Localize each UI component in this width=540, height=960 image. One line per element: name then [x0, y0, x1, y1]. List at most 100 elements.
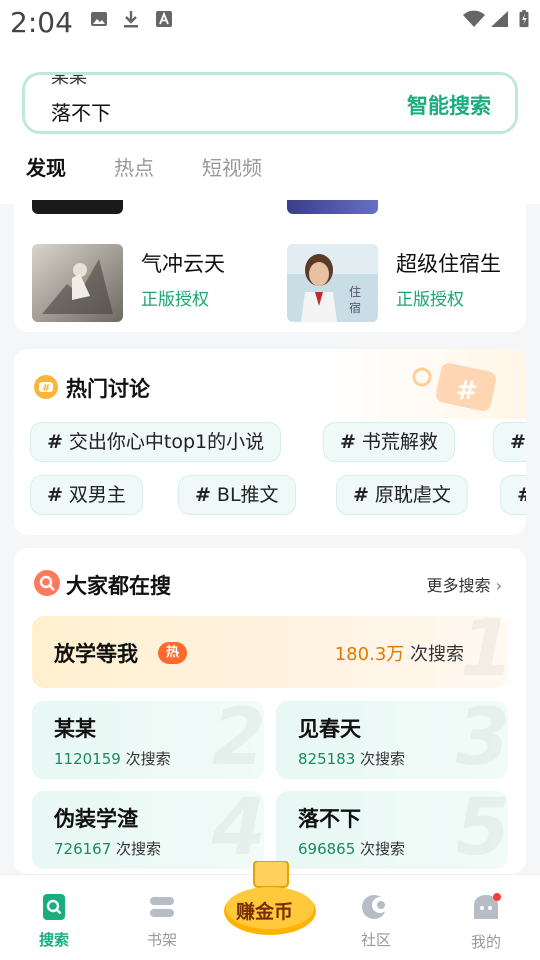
hash-icon: # [47, 484, 63, 506]
topic-label: 双男主 [68, 484, 126, 506]
topic-tag[interactable]: # 双男主 [30, 475, 143, 515]
search-badge-icon [34, 570, 60, 596]
smart-search-button[interactable]: 智能搜索 [407, 90, 491, 120]
tab-discover[interactable]: 发现 [26, 153, 68, 189]
hashtag-decor-icon: # [412, 363, 497, 411]
book-cover[interactable] [32, 244, 123, 322]
rank-count: 825183 次搜索 [298, 748, 405, 769]
everyone-searching-card: 大家都在搜 更多搜索 › 1 放学等我 热 180.3万 次搜索 2 某某 11… [14, 548, 526, 874]
rank-count-suffix: 次搜索 [360, 750, 406, 768]
rank-count-value: 726167 [54, 840, 112, 858]
nav-community[interactable]: 社区 [346, 893, 406, 950]
rank-number: 2 [212, 701, 264, 779]
gallery-icon [91, 12, 107, 26]
svg-text:#: # [456, 376, 478, 406]
nav-search-label: 搜索 [38, 931, 69, 949]
topic-label: 原耽虐文 [374, 484, 451, 506]
nav-bookshelf-label: 书架 [146, 931, 177, 949]
everyone-searching-title: 大家都在搜 [66, 574, 171, 598]
hot-discussion-title: 热门讨论 [66, 377, 150, 401]
book-cover-partial[interactable] [32, 200, 123, 214]
bottom-nav: 搜索 书架 赚金币 社区 我的 [0, 860, 540, 960]
book-title[interactable]: 超级住宿生 [396, 248, 501, 278]
book-license-tag: 正版授权 [396, 290, 464, 310]
hash-icon: # [340, 431, 356, 453]
rank-number: 4 [212, 791, 264, 869]
nav-search[interactable]: 搜索 [24, 893, 84, 950]
search-rank-item[interactable]: 2 某某 1120159 次搜索 [32, 701, 264, 779]
signal-icon [491, 11, 508, 27]
nav-me[interactable]: 我的 [456, 893, 516, 952]
hash-icon: # [195, 484, 211, 506]
rank-count-suffix: 次搜索 [410, 644, 464, 665]
status-bar: 2:04 [0, 0, 540, 44]
font-icon [156, 11, 172, 27]
hash-icon: # [510, 431, 526, 453]
earn-coins-button[interactable]: 赚金币 [222, 860, 318, 935]
top-tabs: 发现 热点 短视频 [26, 153, 310, 189]
svg-text:住: 住 [349, 285, 361, 299]
svg-text:#: # [42, 383, 50, 394]
rank-number: 5 [456, 791, 508, 869]
topic-tag[interactable]: # BL推文 [178, 475, 296, 515]
rank-count-suffix: 次搜索 [116, 840, 162, 858]
book-license-tag: 正版授权 [141, 290, 209, 310]
tab-hotspot[interactable]: 热点 [114, 153, 154, 189]
book-title[interactable]: 气冲云天 [141, 248, 225, 278]
nav-bookshelf[interactable]: 书架 [132, 893, 192, 950]
svg-text:宿: 宿 [349, 300, 361, 315]
search-rank-top[interactable]: 1 放学等我 热 180.3万 次搜索 [32, 616, 508, 688]
rank-count-value: 180.3万 [334, 644, 405, 665]
rank-title: 放学等我 [54, 642, 138, 666]
topic-label: 书荒解救 [361, 431, 438, 453]
hash-icon: # [353, 484, 369, 506]
book-cover[interactable]: 住宿 [287, 244, 378, 322]
rank-number: 1 [460, 616, 508, 688]
hot-badge: 热 [158, 642, 188, 664]
battery-icon [519, 10, 529, 28]
rank-title: 伪装学渣 [54, 807, 138, 831]
search-rank-item[interactable]: 5 落不下 696865 次搜索 [276, 791, 508, 869]
tab-short-video[interactable]: 短视频 [202, 153, 262, 189]
search-rank-item[interactable]: 4 伪装学渣 726167 次搜索 [32, 791, 264, 869]
rank-title: 见春天 [298, 717, 361, 741]
topic-tag[interactable]: # 书荒解救 [323, 422, 455, 462]
rank-count: 696865 次搜索 [298, 838, 405, 859]
wifi-icon [463, 10, 485, 27]
nav-community-label: 社区 [360, 931, 391, 949]
download-icon [124, 11, 138, 28]
topic-tag-partial[interactable]: # [493, 422, 526, 462]
rank-number: 3 [456, 701, 508, 779]
more-search-link[interactable]: 更多搜索 › [426, 572, 502, 596]
nav-me-label: 我的 [470, 933, 501, 951]
community-icon [362, 895, 388, 919]
rank-title: 某某 [54, 717, 96, 741]
earn-coins-label: 赚金币 [236, 901, 294, 923]
search-bar[interactable]: 某某 落不下 智能搜索 [22, 72, 518, 134]
more-search-label: 更多搜索 [426, 576, 491, 595]
rank-count-suffix: 次搜索 [360, 840, 406, 858]
hashtag-badge-icon: # [34, 375, 58, 399]
search-rank-item[interactable]: 3 见春天 825183 次搜索 [276, 701, 508, 779]
topic-label: BL推文 [216, 484, 279, 506]
profile-icon [474, 893, 501, 919]
search-hint-previous: 某某 [51, 72, 87, 88]
bookshelf-icon [150, 897, 174, 917]
rank-count: 1120159 次搜索 [54, 748, 171, 769]
rank-count-value: 1120159 [54, 750, 121, 768]
topic-tag[interactable]: # 交出你心中top1的小说 [30, 422, 282, 462]
rank-count-suffix: 次搜索 [125, 750, 171, 768]
chevron-right-icon: › [495, 576, 502, 595]
hash-icon: # [517, 484, 526, 506]
topic-label: 交出你心中top1的小说 [68, 431, 265, 453]
rank-count-value: 825183 [298, 750, 356, 768]
hash-icon: # [47, 431, 63, 453]
hot-discussion-card: # # 热门讨论 # 交出你心中top1的小说 # 书荒解救 # # 双男主 # BL推… [14, 349, 526, 535]
rank-count-value: 696865 [298, 840, 356, 858]
search-hint[interactable]: 落不下 [51, 97, 111, 126]
topic-tag-partial[interactable]: # [500, 475, 526, 515]
book-cover-partial[interactable] [287, 200, 378, 214]
status-time: 2:04 [10, 6, 73, 39]
topic-tag[interactable]: # 原耽虐文 [336, 475, 468, 515]
search-book-icon [43, 894, 65, 920]
